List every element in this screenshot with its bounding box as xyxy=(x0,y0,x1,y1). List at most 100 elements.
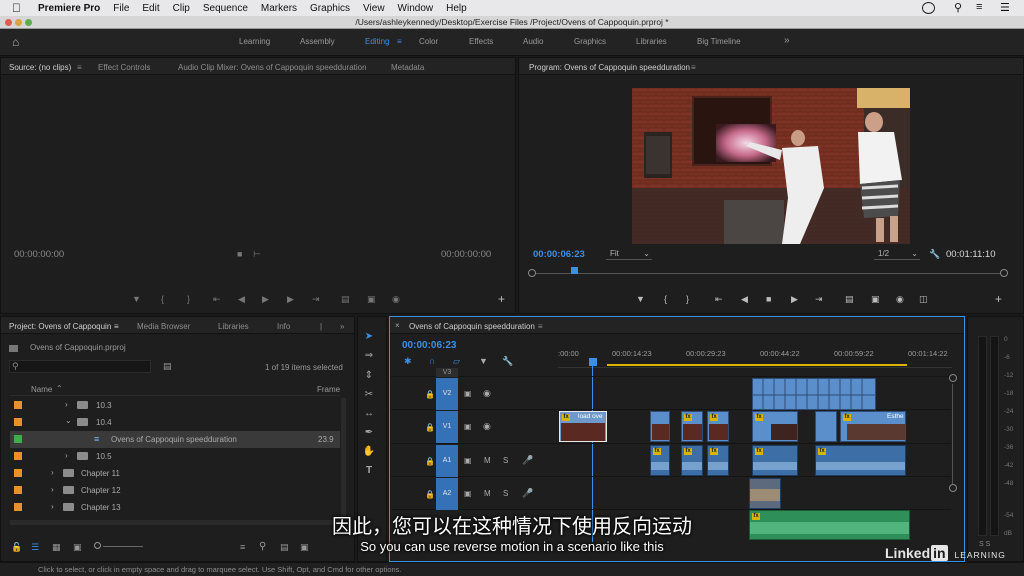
eye-icon[interactable]: ◉ xyxy=(483,388,491,399)
program-fit-dropdown[interactable]: Fit ⌄ xyxy=(606,247,652,260)
app-name[interactable]: Premiere Pro xyxy=(38,3,100,14)
program-mark-out-icon[interactable]: } xyxy=(686,294,689,304)
column-name[interactable]: Name xyxy=(31,385,52,394)
track-a1-label[interactable]: A1 xyxy=(436,445,458,477)
razor-tool-icon[interactable]: ✂ xyxy=(362,389,376,403)
mute-button[interactable]: M xyxy=(484,489,491,498)
nest-icon[interactable]: ✱ xyxy=(404,356,412,367)
timeline-audio-clip-a1[interactable]: fx xyxy=(707,445,729,476)
project-row-10-5[interactable]: › 10.5 xyxy=(10,448,340,465)
program-stop-icon[interactable]: ■ xyxy=(766,294,771,304)
source-insert-button-icon[interactable]: ▤ xyxy=(341,294,350,305)
snap-icon[interactable]: ∩ xyxy=(429,356,435,366)
track-v3-label[interactable]: V3 xyxy=(436,368,458,377)
column-frame[interactable]: Frame xyxy=(317,385,340,394)
source-marker-icon[interactable]: ▼ xyxy=(132,294,141,304)
tab-project[interactable]: Project: Ovens of Cappoquin xyxy=(9,322,111,331)
menu-markers[interactable]: Markers xyxy=(261,3,297,14)
program-zoom-handle-left[interactable] xyxy=(528,269,536,277)
timeline-audio-clip-a1[interactable]: fx xyxy=(650,445,670,476)
program-playhead[interactable] xyxy=(571,267,578,274)
collapse-chevron-icon[interactable]: ⌄ xyxy=(65,416,72,425)
program-resolution-dropdown[interactable]: 1/2 ⌄ xyxy=(874,247,920,260)
source-tab-menu-icon[interactable]: ≡ xyxy=(77,63,82,72)
source-timecode-left[interactable]: 00:00:00:00 xyxy=(14,249,64,260)
source-go-in-icon[interactable]: ⇤ xyxy=(213,294,221,305)
source-play-icon[interactable]: ▶ xyxy=(262,294,269,305)
tab-info[interactable]: Info xyxy=(277,322,290,331)
track-v1-label[interactable]: V1 xyxy=(436,411,458,443)
program-add-button-icon[interactable]: + xyxy=(995,292,1002,306)
menu-sequence[interactable]: Sequence xyxy=(203,3,248,14)
type-tool-icon[interactable]: T xyxy=(362,465,376,479)
track-v2-label[interactable]: V2 xyxy=(436,378,458,410)
program-extract-icon[interactable]: ▣ xyxy=(871,294,880,305)
toggle-sync-icon[interactable]: ▣ xyxy=(464,389,472,398)
timeline-tab-menu-icon[interactable]: ≡ xyxy=(538,322,543,331)
new-bin-from-search-icon[interactable]: ▤ xyxy=(163,361,172,372)
timeline-clip-v1-selected[interactable]: fx load ove xyxy=(559,411,607,442)
hand-tool-icon[interactable]: ✋ xyxy=(362,446,376,460)
timeline-clip-v1[interactable] xyxy=(815,411,837,442)
scroll-handle-top[interactable] xyxy=(949,374,957,382)
sort-ascending-icon[interactable]: ⌃ xyxy=(56,384,63,393)
ripple-edit-tool-icon[interactable]: ⇕ xyxy=(362,370,376,384)
timeline-clip-v1[interactable]: fx xyxy=(752,411,798,442)
search-icon[interactable]: ⚲ xyxy=(954,1,962,14)
expand-chevron-icon[interactable]: › xyxy=(51,485,54,494)
close-window-icon[interactable] xyxy=(5,19,12,26)
source-step-forward-icon[interactable]: ▶ xyxy=(287,294,294,305)
source-add-button-icon[interactable]: + xyxy=(498,292,505,306)
menu-view[interactable]: View xyxy=(363,3,385,14)
expand-chevron-icon[interactable]: › xyxy=(65,400,68,409)
program-go-in-icon[interactable]: ⇤ xyxy=(715,294,723,305)
track-lock-icon[interactable]: 🔒 xyxy=(425,490,435,499)
workspace-graphics[interactable]: Graphics xyxy=(574,37,606,46)
program-video-frame[interactable] xyxy=(632,88,910,244)
track-a2-label[interactable]: A2 xyxy=(436,478,458,510)
expand-chevron-icon[interactable]: › xyxy=(51,468,54,477)
tab-libraries[interactable]: Libraries xyxy=(218,322,249,331)
program-export-frame-icon[interactable]: ◉ xyxy=(896,294,904,305)
menu-clip[interactable]: Clip xyxy=(173,3,190,14)
track-select-tool-icon[interactable]: ⇒ xyxy=(362,350,376,364)
source-mark-out-icon[interactable]: } xyxy=(187,294,190,304)
project-row-chapter-11[interactable]: › Chapter 11 xyxy=(10,465,340,482)
source-overwrite-icon[interactable]: ▣ xyxy=(367,294,376,305)
source-insert-icon[interactable]: ⊢ xyxy=(253,249,261,260)
source-export-frame-icon[interactable]: ◉ xyxy=(392,294,400,305)
project-row-chapter-12[interactable]: › Chapter 12 xyxy=(10,482,340,499)
zoom-window-icon[interactable] xyxy=(25,19,32,26)
program-tab-menu-icon[interactable]: ≡ xyxy=(691,63,696,72)
workspace-color[interactable]: Color xyxy=(419,37,438,46)
menu-list-icon[interactable]: ☰ xyxy=(1000,1,1010,14)
project-search-input[interactable]: ⚲ xyxy=(9,360,151,373)
menu-window[interactable]: Window xyxy=(398,3,434,14)
scroll-handle-bottom[interactable] xyxy=(949,484,957,492)
label-color-swatch[interactable] xyxy=(14,469,22,477)
program-zoom-handle-right[interactable] xyxy=(1000,269,1008,277)
workspace-effects[interactable]: Effects xyxy=(469,37,493,46)
menu-help[interactable]: Help xyxy=(446,3,467,14)
selection-tool-icon[interactable]: ➤ xyxy=(362,331,376,345)
workspace-libraries[interactable]: Libraries xyxy=(636,37,667,46)
pen-tool-icon[interactable]: ✒ xyxy=(362,427,376,441)
apple-icon[interactable]:  xyxy=(12,1,26,15)
menu-file[interactable]: File xyxy=(113,3,129,14)
label-color-swatch[interactable] xyxy=(14,452,22,460)
project-row-sequence[interactable]: ≡ Ovens of Cappoquin speedduration 23.9 xyxy=(10,431,340,448)
label-color-swatch[interactable] xyxy=(14,418,22,426)
project-vertical-scrollbar[interactable] xyxy=(341,398,346,518)
workspace-audio[interactable]: Audio xyxy=(523,37,543,46)
work-area-bar[interactable] xyxy=(607,364,907,366)
microphone-icon[interactable]: 🎤 xyxy=(522,455,533,466)
timeline-clip-v1[interactable]: fx xyxy=(681,411,703,442)
track-lock-icon[interactable]: 🔒 xyxy=(425,423,435,432)
eye-icon[interactable]: ◉ xyxy=(483,421,491,432)
source-step-back-icon[interactable]: ◀ xyxy=(238,294,245,305)
tab-media-browser[interactable]: Media Browser xyxy=(137,322,190,331)
workspace-menu-icon[interactable]: ≡ xyxy=(397,37,402,46)
label-color-swatch[interactable] xyxy=(14,401,22,409)
timeline-clip-v1[interactable]: fx Esthe xyxy=(840,411,906,442)
timeline-vertical-scrollbar[interactable] xyxy=(949,372,957,522)
